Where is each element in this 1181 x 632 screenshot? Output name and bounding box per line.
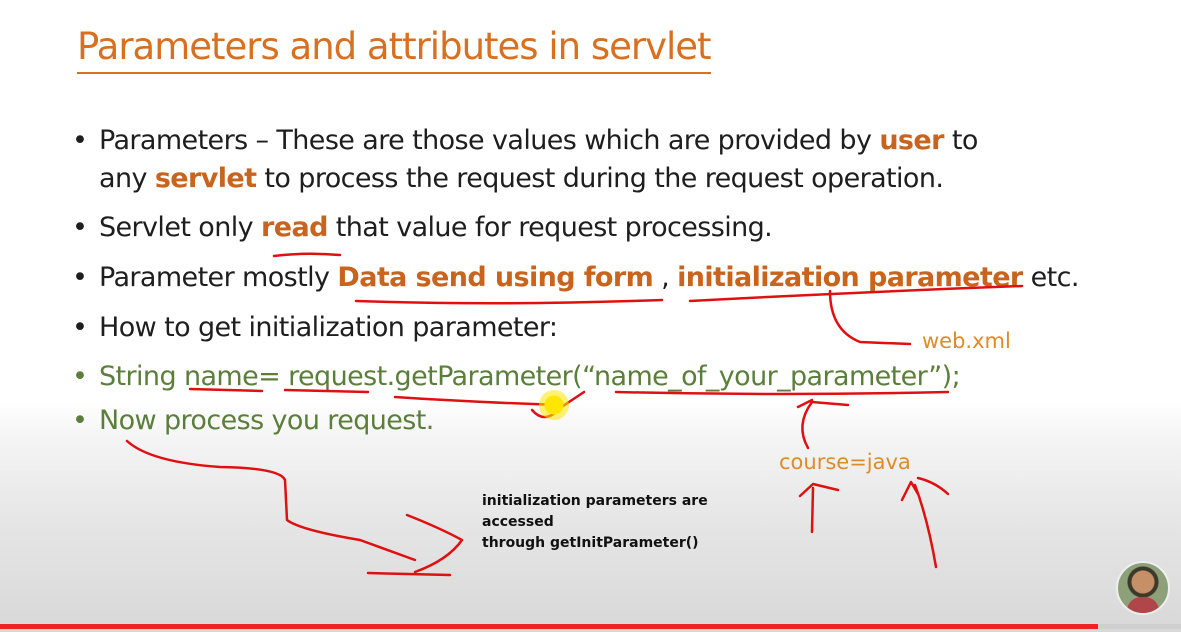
ink-tick-right bbox=[916, 476, 950, 496]
ink-underline-request bbox=[283, 388, 370, 394]
ink-arrow-up-right bbox=[900, 480, 938, 569]
ink-annotations bbox=[125, 252, 1024, 577]
ink-arrow-webxml bbox=[828, 289, 912, 346]
ink-underline-name bbox=[188, 387, 264, 393]
video-progress-fill bbox=[0, 624, 1099, 629]
cursor-highlight bbox=[539, 390, 569, 420]
ink-arrow-head-bottom bbox=[366, 513, 464, 577]
ink-underline-read bbox=[272, 252, 342, 258]
ink-underline-paramname bbox=[614, 390, 950, 396]
ink-underline-form bbox=[354, 298, 664, 305]
ink-arrow-up-left bbox=[798, 482, 840, 534]
ink-underline-init bbox=[688, 284, 1024, 303]
ink-arrow-course-up bbox=[796, 398, 850, 450]
video-progress-bar[interactable] bbox=[0, 624, 1181, 629]
presenter-avatar bbox=[1116, 561, 1170, 615]
ink-underline-getparameter bbox=[393, 395, 562, 407]
ink-curve-arrow bbox=[125, 439, 417, 562]
